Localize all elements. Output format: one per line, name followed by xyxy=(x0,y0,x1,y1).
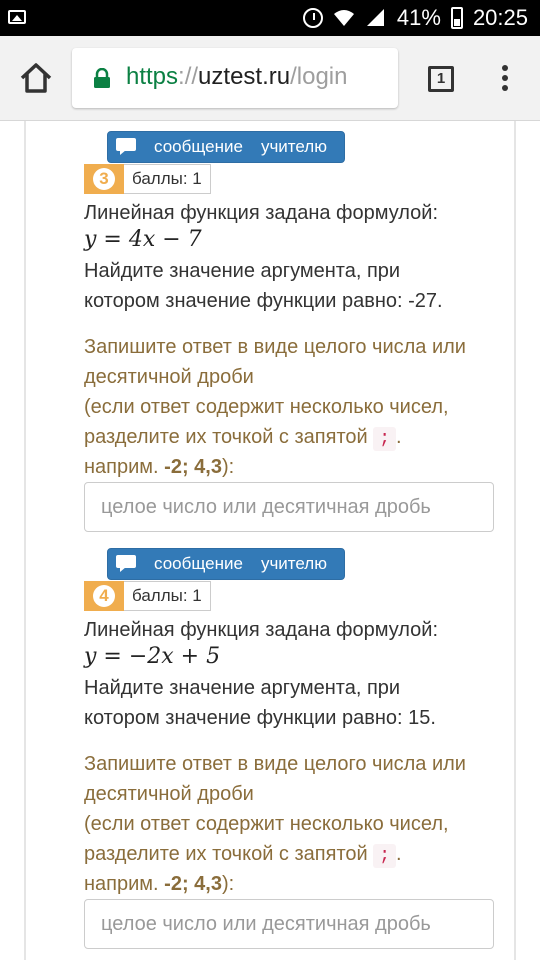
battery-icon xyxy=(450,7,463,29)
url-separator: :// xyxy=(178,63,199,90)
points-label: баллы: 1 xyxy=(124,581,211,611)
hint-line1: Запишите ответ в виде целого числа или xyxy=(84,753,466,775)
hint-example-prefix: наприм. xyxy=(84,456,159,478)
question-prompt: Линейная функция задана формулой: xyxy=(84,619,439,641)
status-bar: 41% 20:25 xyxy=(0,0,540,36)
hint-line3: (если ответ содержит несколько чисел, xyxy=(84,396,449,418)
question-task-line2: котором значение функции равно: 15. xyxy=(84,707,436,729)
url-path: /login xyxy=(290,63,348,90)
hint-line1: Запишите ответ в виде целого числа или xyxy=(84,336,466,358)
hint-line4-text: разделите их точкой с запятой xyxy=(84,843,368,865)
message-button-word2: учителю xyxy=(260,554,327,573)
message-button-word1: сообщение xyxy=(154,554,243,573)
url-scheme: https xyxy=(126,63,179,90)
message-teacher-button[interactable]: сообщение учителю xyxy=(107,548,345,580)
signal-icon xyxy=(365,7,387,29)
hint-line5: наприм. -2; 4,3): xyxy=(84,452,234,482)
status-icons: 41% 20:25 xyxy=(302,4,528,32)
points-label: баллы: 1 xyxy=(124,164,211,194)
clock: 20:25 xyxy=(472,5,528,30)
hint-line2: десятичной дроби xyxy=(84,783,254,805)
hint-line3: (если ответ содержит несколько чисел, xyxy=(84,813,449,835)
address-bar[interactable]: https://uztest.ru/login xyxy=(72,48,398,108)
question-number: 4 xyxy=(93,585,115,607)
comment-icon xyxy=(116,138,138,156)
hint-example-suffix: ): xyxy=(221,873,235,895)
hint-example-suffix: ): xyxy=(221,456,235,478)
answer-field[interactable] xyxy=(84,482,494,532)
overflow-menu-icon[interactable] xyxy=(502,65,508,95)
hint-example: -2; 4,3 xyxy=(164,456,222,478)
hint-example: -2; 4,3 xyxy=(164,873,222,895)
tab-switcher-button[interactable]: 1 xyxy=(428,66,454,92)
hint-line4-end: . xyxy=(396,843,402,865)
tab-count: 1 xyxy=(436,70,446,87)
question-task-line1: Найдите значение аргумента, при xyxy=(84,677,401,699)
question-prompt: Линейная функция задана формулой: xyxy=(84,202,439,224)
question-number-badge: 4 xyxy=(84,581,124,611)
message-teacher-button[interactable]: сообщение учителю xyxy=(107,131,345,163)
browser-toolbar: https://uztest.ru/login 1 xyxy=(0,36,540,121)
question-task-line2: котором значение функции равно: -27. xyxy=(84,290,443,312)
alarm-icon xyxy=(302,8,323,28)
home-icon[interactable] xyxy=(18,60,54,96)
battery-percent: 41% xyxy=(396,5,441,30)
answer-input[interactable] xyxy=(85,900,493,948)
hint-separator-code: ; xyxy=(373,427,397,451)
answer-field[interactable] xyxy=(84,899,494,949)
comment-icon xyxy=(116,555,138,573)
url-host: uztest.ru xyxy=(198,63,291,90)
question-task-line1: Найдите значение аргумента, при xyxy=(84,260,401,282)
message-button-word2: учителю xyxy=(260,137,327,156)
gallery-notification-icon xyxy=(8,10,26,24)
question-formula: y = −2x + 5 xyxy=(84,644,221,669)
hint-line4-text: разделите их точкой с запятой xyxy=(84,426,368,448)
hint-line2: десятичной дроби xyxy=(84,366,254,388)
hint-line4-end: . xyxy=(396,426,402,448)
url-text: https://uztest.ru/login xyxy=(126,63,347,91)
hint-line5: наприм. -2; 4,3): xyxy=(84,869,234,899)
question-formula: y = 4x − 7 xyxy=(84,227,202,252)
lock-icon xyxy=(94,67,110,88)
question-number: 3 xyxy=(93,168,115,190)
message-button-word1: сообщение xyxy=(154,137,243,156)
answer-input[interactable] xyxy=(85,483,493,531)
question-points: 3 баллы: 1 xyxy=(84,164,211,194)
question-number-badge: 3 xyxy=(84,164,124,194)
hint-example-prefix: наприм. xyxy=(84,873,159,895)
wifi-icon xyxy=(333,9,355,27)
question-points: 4 баллы: 1 xyxy=(84,581,211,611)
hint-line4: разделите их точкой с запятой ;. xyxy=(84,839,402,871)
hint-line4: разделите их точкой с запятой ;. xyxy=(84,422,402,454)
hint-separator-code: ; xyxy=(373,844,397,868)
